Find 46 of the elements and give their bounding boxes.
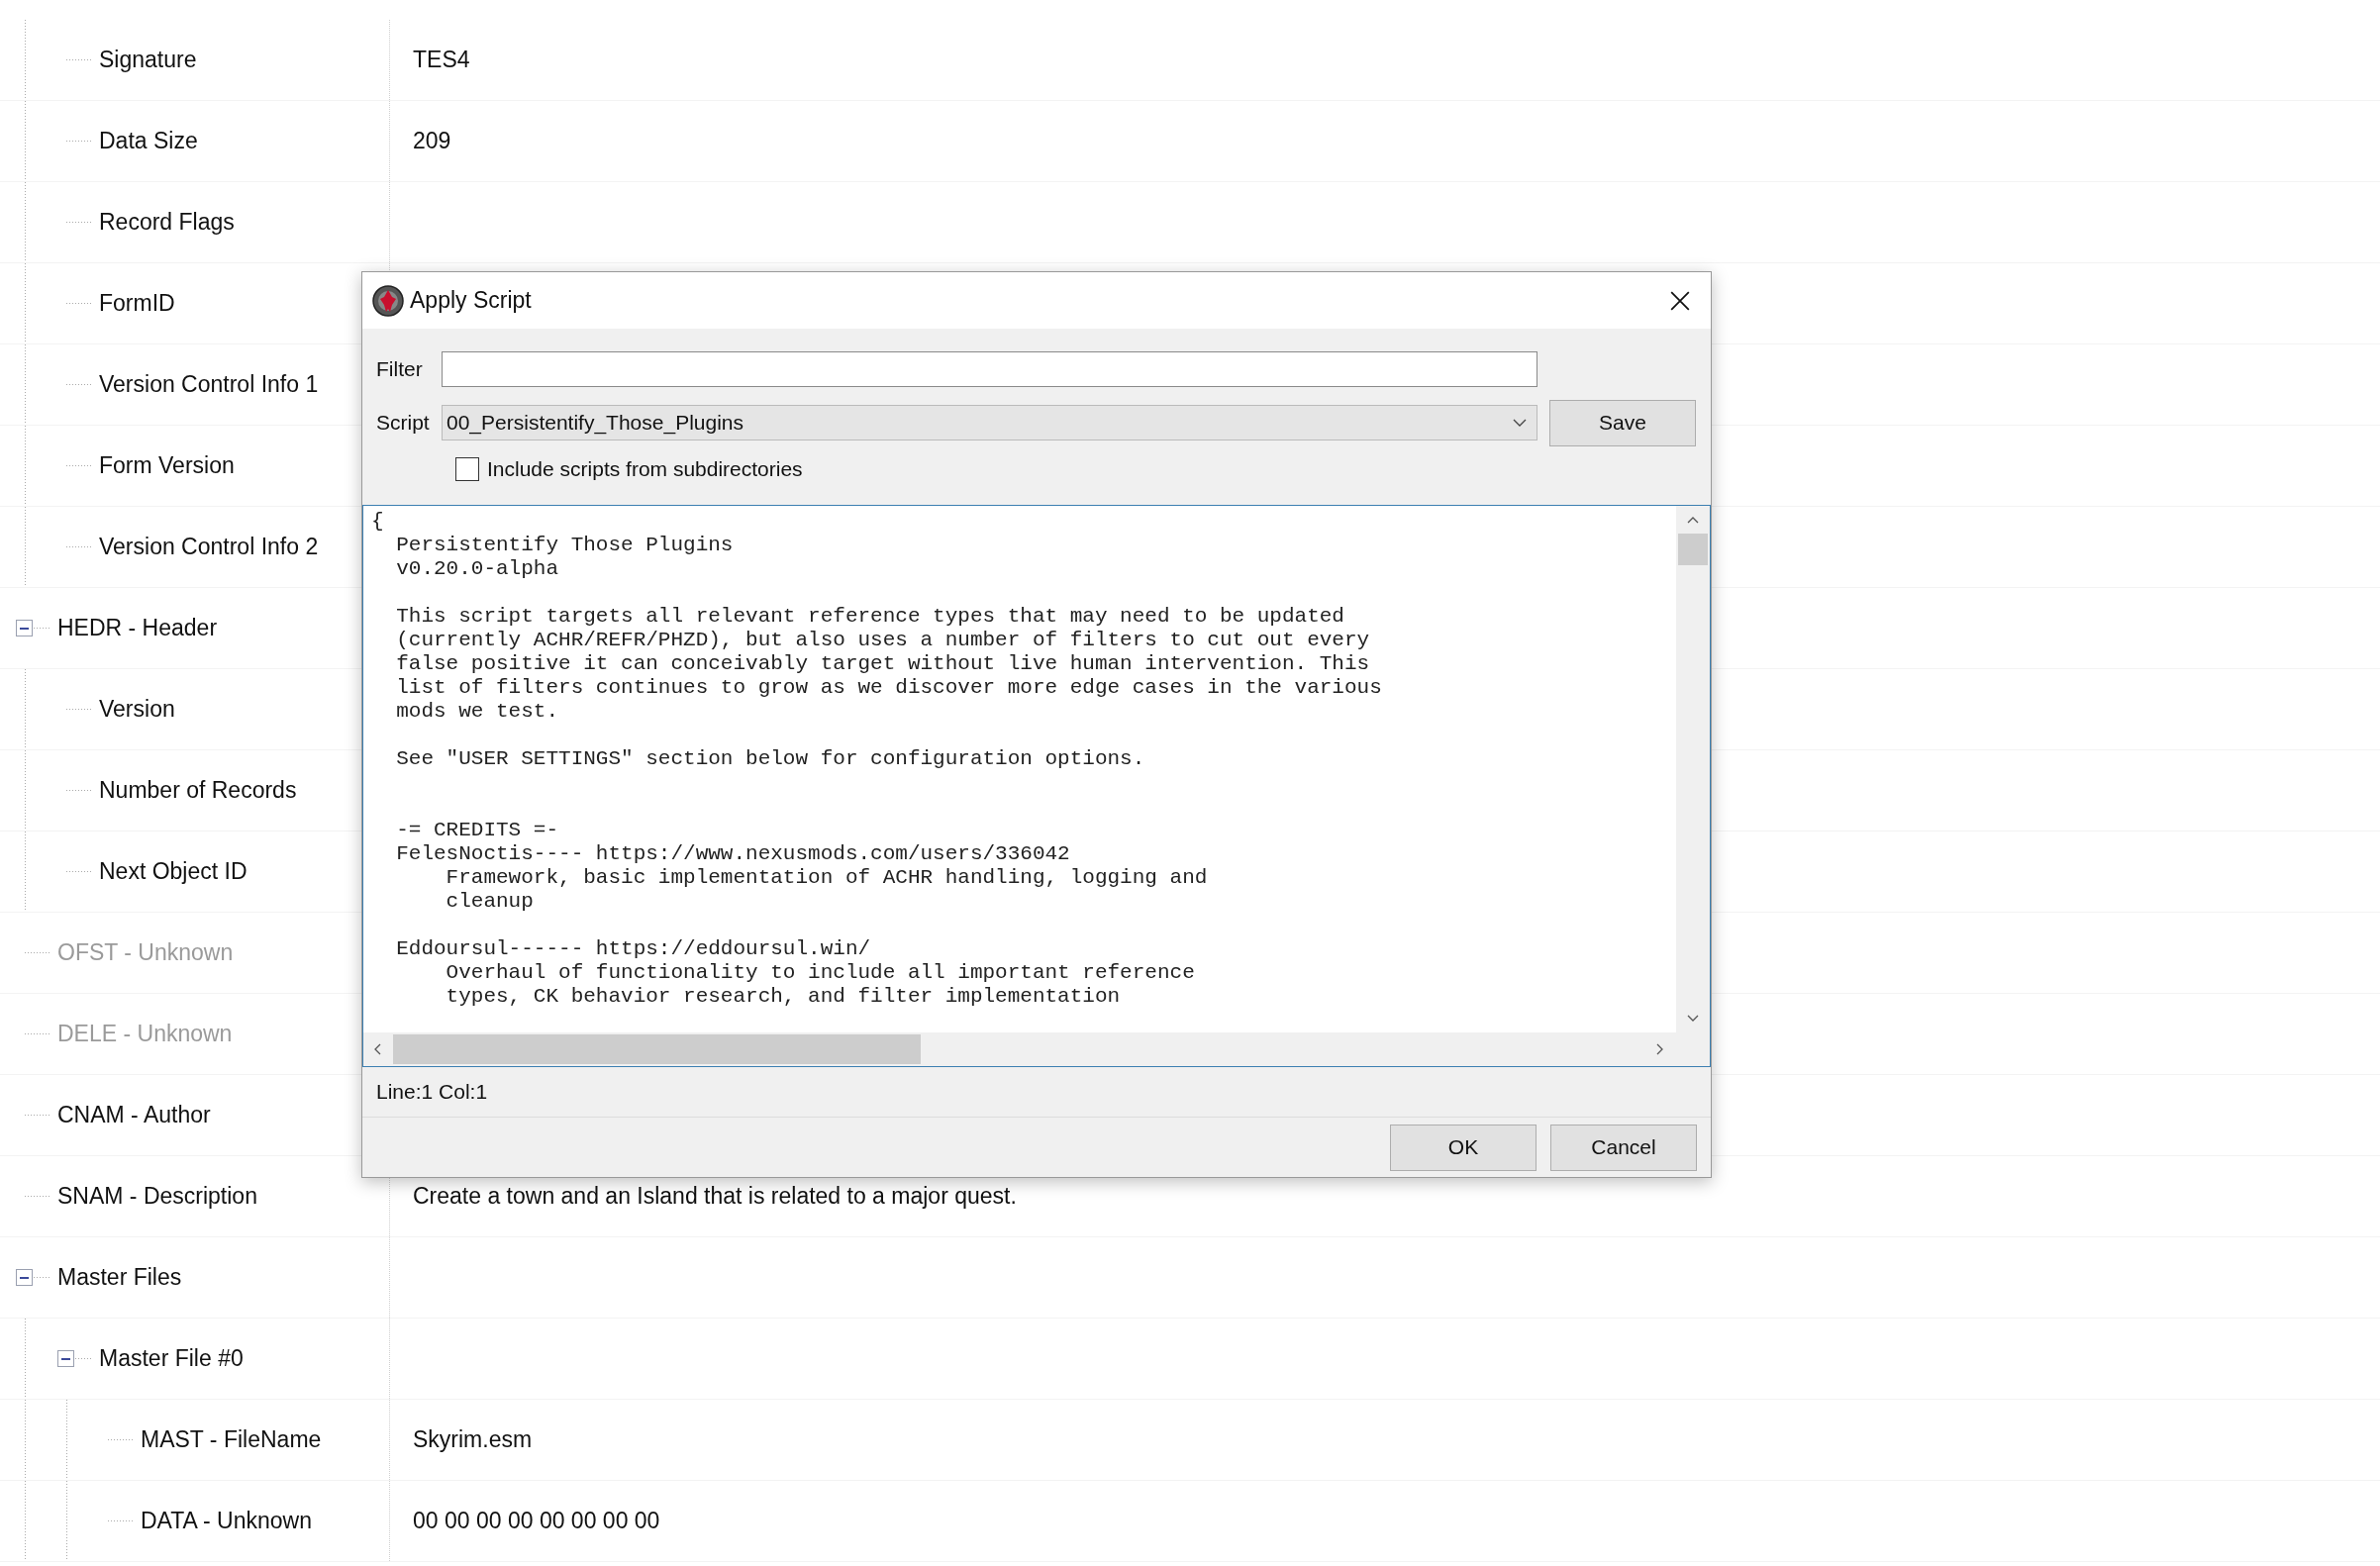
logo-icon — [372, 284, 404, 317]
tree-item[interactable]: Signature — [99, 47, 197, 73]
tree-item[interactable]: Version Control Info 2 — [99, 534, 319, 560]
scroll-thumb[interactable] — [393, 1034, 921, 1064]
tree-item[interactable]: Master Files — [57, 1264, 182, 1291]
tree-item[interactable]: Next Object ID — [99, 858, 248, 885]
checkbox[interactable] — [455, 457, 479, 481]
scroll-thumb[interactable] — [1678, 534, 1708, 565]
filter-field[interactable] — [442, 351, 1537, 387]
value-text: Skyrim.esm — [413, 1426, 533, 1453]
value-text: Create a town and an Island that is related to a major quest. — [413, 1183, 1017, 1210]
ok-button[interactable]: OK — [1390, 1124, 1537, 1171]
tree-item[interactable]: Number of Records — [99, 777, 297, 804]
close-icon[interactable] — [1669, 289, 1691, 312]
tree-item[interactable]: DATA - Unknown — [141, 1508, 312, 1534]
tree-item[interactable]: Form Version — [99, 452, 235, 479]
scroll-up-icon[interactable] — [1687, 516, 1699, 524]
tree-item[interactable]: CNAM - Author — [57, 1102, 211, 1128]
script-label: Script — [376, 411, 430, 435]
tree-item[interactable]: FormID — [99, 290, 175, 317]
tree-item[interactable]: HEDR - Header — [57, 615, 218, 641]
tree-item[interactable]: Version Control Info 1 — [99, 371, 319, 398]
tree-item[interactable]: Record Flags — [99, 209, 235, 236]
tree-item[interactable]: Master File #0 — [99, 1345, 244, 1372]
tree-item[interactable]: Version — [99, 696, 175, 723]
cancel-button[interactable]: Cancel — [1550, 1124, 1697, 1171]
scroll-left-icon[interactable] — [373, 1043, 381, 1055]
scroll-right-icon[interactable] — [1656, 1043, 1664, 1055]
value-text: 209 — [413, 128, 451, 154]
value-text: TES4 — [413, 47, 470, 73]
collapse-toggle[interactable] — [16, 1269, 33, 1286]
collapse-toggle[interactable] — [57, 1350, 74, 1367]
tree-item[interactable]: MAST - FileName — [141, 1426, 322, 1453]
script-dropdown[interactable]: 00_Persistentify_Those_Plugins — [442, 405, 1537, 440]
checkbox-label[interactable]: Include scripts from subdirectories — [487, 457, 803, 481]
filter-label: Filter — [376, 357, 424, 381]
status-text: Line:1 Col:1 — [376, 1080, 488, 1104]
save-button[interactable]: Save — [1549, 399, 1696, 446]
vertical-scrollbar[interactable] — [1676, 506, 1710, 1032]
value-text: 00 00 00 00 00 00 00 00 — [413, 1508, 660, 1534]
collapse-toggle[interactable] — [16, 620, 33, 636]
scroll-down-icon[interactable] — [1687, 1015, 1699, 1023]
dialog-title: Apply Script — [410, 287, 533, 314]
caret-icon[interactable] — [1513, 419, 1527, 427]
tree-item[interactable]: SNAM - Description — [57, 1183, 257, 1210]
tree-item[interactable]: Data Size — [99, 128, 198, 154]
